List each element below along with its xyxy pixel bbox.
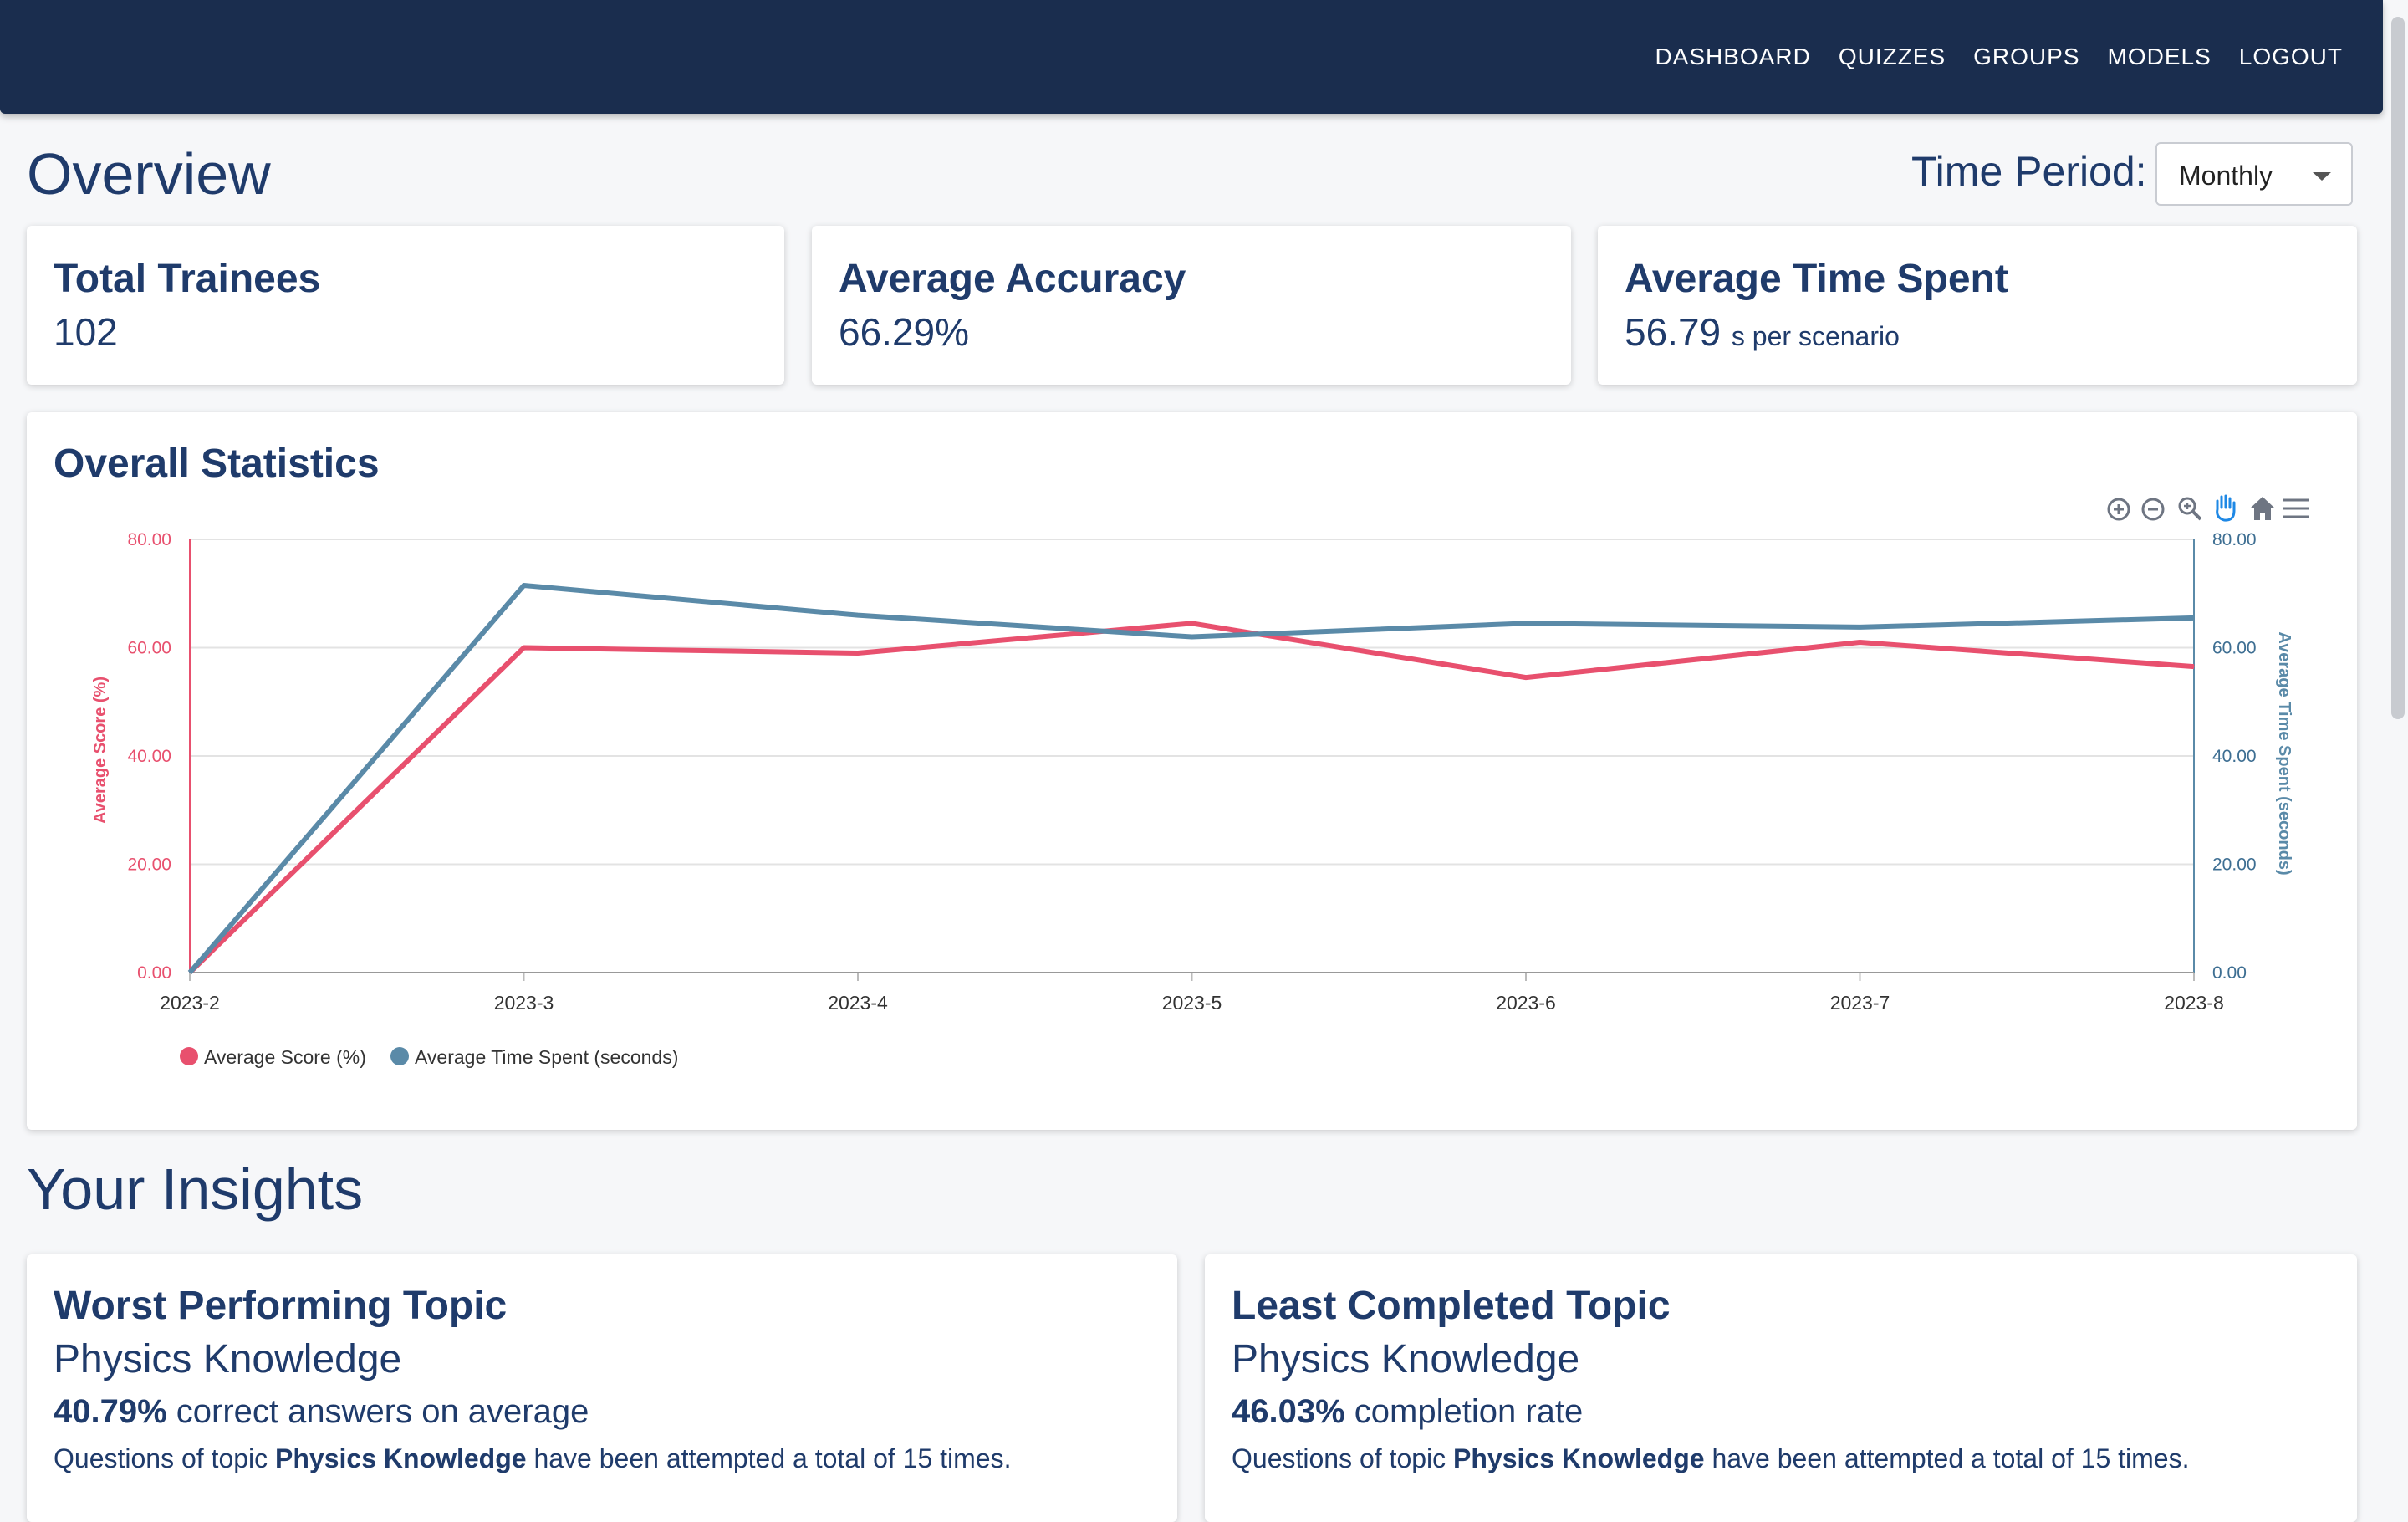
y-tick-right: 20.00 <box>2212 855 2257 875</box>
data-point[interactable] <box>1859 641 1861 644</box>
average-time-card: Average Time Spent 56.79 s per scenario <box>1598 226 2357 385</box>
average-accuracy-value: 66.29% <box>839 310 970 354</box>
average-time-value-line: 56.79 s per scenario <box>1625 309 1900 355</box>
worst-detail-suffix: have been attempted a total of 15 times. <box>526 1443 1012 1473</box>
y-axis-label-right: Average Time Spent (seconds) <box>2275 631 2293 875</box>
overall-statistics-chart: 0.00 0.00 20.00 20.00 40.00 40.00 60.00 60.00 80… <box>91 530 2293 1068</box>
y-tick-left: 40.00 <box>127 747 171 766</box>
total-trainees-card: Total Trainees 102 <box>27 226 784 385</box>
least-topic-title: Least Completed Topic <box>1232 1284 1671 1328</box>
least-topic-stat: 46.03% completion rate <box>1232 1393 1583 1431</box>
worst-topic-title: Worst Performing Topic <box>54 1284 508 1328</box>
nav-dashboard[interactable]: DASHBOARD <box>1655 43 1810 70</box>
y-tick-right: 40.00 <box>2212 747 2257 766</box>
worst-performing-topic-card: Worst Performing Topic Physics Knowledge… <box>27 1254 1177 1522</box>
average-accuracy-title: Average Accuracy <box>839 257 1186 301</box>
total-trainees-title: Total Trainees <box>54 257 321 301</box>
y-tick-left: 60.00 <box>127 639 171 658</box>
data-point[interactable] <box>1525 677 1527 679</box>
top-navbar: DASHBOARD QUIZZES GROUPS MODELS LOGOUT <box>0 0 2383 114</box>
x-tick-label: 2023-5 <box>1162 992 1222 1014</box>
chart-legend: Average Score (%) Average Time Spent (se… <box>180 1046 678 1068</box>
x-tick-label: 2023-3 <box>494 992 554 1014</box>
legend-marker-score[interactable] <box>180 1047 198 1065</box>
least-detail-suffix: have been attempted a total of 15 times. <box>1704 1443 2190 1473</box>
worst-detail-prefix: Questions of topic <box>54 1443 276 1473</box>
chevron-down-icon <box>2313 172 2331 181</box>
least-topic-name: Physics Knowledge <box>1232 1337 1580 1382</box>
least-topic-value-suffix: completion rate <box>1344 1393 1584 1430</box>
series-line-average-score[interactable] <box>187 621 2195 975</box>
x-tick-label: 2023-8 <box>2164 992 2224 1014</box>
y-tick-right: 60.00 <box>2212 639 2257 658</box>
nav-models[interactable]: MODELS <box>2108 43 2212 70</box>
page-scrollbar[interactable] <box>2391 17 2405 719</box>
nav-quizzes[interactable]: QUIZZES <box>1839 43 1946 70</box>
y-axis-label-left: Average Score (%) <box>91 677 110 824</box>
overall-statistics-card: Overall Statistics 0.00 0.00 20.00 20.00 40.… <box>27 412 2357 1130</box>
data-point[interactable] <box>1859 626 1861 628</box>
time-period-value: Monthly <box>2179 161 2273 191</box>
total-trainees-value: 102 <box>54 310 118 354</box>
legend-label-score[interactable]: Average Score (%) <box>204 1046 366 1068</box>
legend-label-time[interactable]: Average Time Spent (seconds) <box>415 1046 678 1068</box>
x-tick-label: 2023-2 <box>160 992 220 1014</box>
worst-topic-value: 40.79% <box>54 1393 167 1430</box>
data-point[interactable] <box>2193 616 2195 619</box>
data-point[interactable] <box>2193 666 2195 668</box>
nav-menu: DASHBOARD QUIZZES GROUPS MODELS LOGOUT <box>1655 0 2343 114</box>
y-tick-right: 0.00 <box>2212 963 2247 983</box>
time-period-select[interactable]: Monthly <box>2155 142 2353 206</box>
data-point[interactable] <box>1525 622 1527 625</box>
data-point[interactable] <box>523 646 525 649</box>
worst-topic-detail: Questions of topic Physics Knowledge hav… <box>54 1443 1011 1474</box>
average-time-value: 56.79 <box>1625 310 1722 354</box>
least-topic-value: 46.03% <box>1232 1393 1345 1430</box>
average-time-unit: s per scenario <box>1731 321 1900 351</box>
y-tick-left: 0.00 <box>137 963 171 983</box>
y-tick-right: 80.00 <box>2212 530 2257 549</box>
worst-topic-stat: 40.79% correct answers on average <box>54 1393 589 1431</box>
insights-title: Your Insights <box>27 1157 364 1222</box>
data-point[interactable] <box>1191 622 1193 625</box>
y-tick-left: 80.00 <box>127 530 171 549</box>
least-completed-topic-card: Least Completed Topic Physics Knowledge … <box>1205 1254 2357 1522</box>
data-point[interactable] <box>189 972 191 973</box>
nav-groups[interactable]: GROUPS <box>1973 43 2079 70</box>
nav-logout[interactable]: LOGOUT <box>2239 43 2343 70</box>
x-tick-label: 2023-6 <box>1496 992 1556 1014</box>
worst-topic-value-suffix: correct answers on average <box>166 1393 589 1430</box>
time-period-label: Time Period: <box>1911 148 2147 195</box>
overview-title: Overview <box>27 141 271 207</box>
data-point[interactable] <box>1191 636 1193 638</box>
least-detail-prefix: Questions of topic <box>1232 1443 1454 1473</box>
data-point[interactable] <box>857 651 859 654</box>
legend-marker-time[interactable] <box>390 1047 409 1065</box>
least-topic-detail: Questions of topic Physics Knowledge hav… <box>1232 1443 2189 1474</box>
worst-detail-topic: Physics Knowledge <box>275 1443 527 1473</box>
data-point[interactable] <box>523 585 525 587</box>
x-tick-label: 2023-7 <box>1830 992 1890 1014</box>
data-point[interactable] <box>857 614 859 616</box>
average-time-title: Average Time Spent <box>1625 257 2008 301</box>
least-detail-topic: Physics Knowledge <box>1453 1443 1705 1473</box>
average-accuracy-card: Average Accuracy 66.29% <box>812 226 1571 385</box>
y-tick-left: 20.00 <box>127 855 171 875</box>
x-tick-label: 2023-4 <box>828 992 888 1014</box>
worst-topic-name: Physics Knowledge <box>54 1337 402 1382</box>
